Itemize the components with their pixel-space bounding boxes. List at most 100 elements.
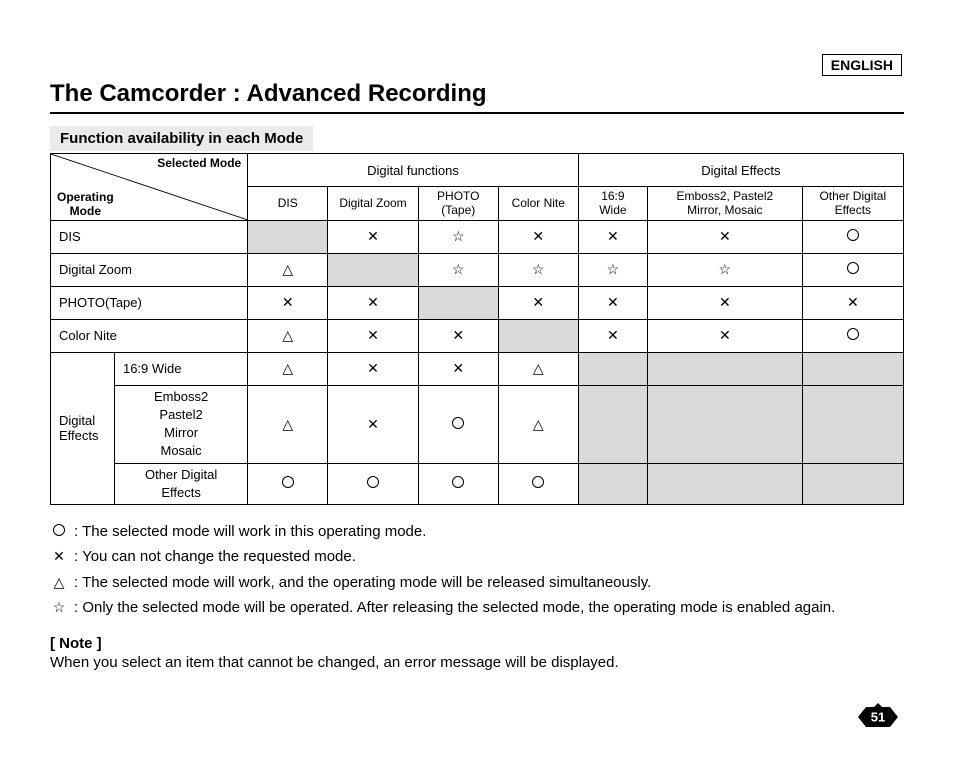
cell <box>802 319 903 352</box>
cell <box>418 385 498 463</box>
cross-icon: ✕ <box>367 416 379 432</box>
cross-icon: ✕ <box>532 294 544 310</box>
selected-mode-label: Selected Mode <box>157 156 241 170</box>
circle-icon <box>53 524 65 536</box>
diagonal-header: Selected Mode OperatingMode <box>51 154 248 221</box>
cell: ✕ <box>802 286 903 319</box>
circle-icon <box>452 476 464 488</box>
note-body: When you select an item that cannot be c… <box>50 654 904 671</box>
cross-icon: ✕ <box>719 294 731 310</box>
row-label: Color Nite <box>51 319 248 352</box>
cell: △ <box>498 385 578 463</box>
row-emboss: Emboss2Pastel2MirrorMosaic △ ✕ △ <box>51 385 904 463</box>
note-heading: [ Note ] <box>50 635 904 652</box>
page-number-badge: 51 <box>858 703 898 731</box>
cell: ✕ <box>418 352 498 385</box>
cell: ✕ <box>498 286 578 319</box>
circle-icon <box>847 229 859 241</box>
cell: △ <box>248 253 328 286</box>
cell: ✕ <box>498 220 578 253</box>
header-digital-functions: Digital functions <box>248 154 579 187</box>
cross-icon: ✕ <box>367 228 379 244</box>
cross-icon: ✕ <box>607 294 619 310</box>
cross-icon: ✕ <box>367 327 379 343</box>
cell-grey <box>802 385 903 463</box>
cross-icon: ✕ <box>607 228 619 244</box>
operating-mode-label: OperatingMode <box>57 191 114 217</box>
cell: ✕ <box>328 319 419 352</box>
col-16-9-wide: 16:9Wide <box>578 187 647 221</box>
cross-icon: ✕ <box>719 327 731 343</box>
cell: ☆ <box>648 253 803 286</box>
star-icon: ☆ <box>53 599 66 615</box>
row-label: 16:9 Wide <box>114 352 247 385</box>
section-subhead: Function availability in each Mode <box>50 126 313 151</box>
star-icon: ☆ <box>452 228 465 244</box>
cell: ☆ <box>418 253 498 286</box>
cross-icon: ✕ <box>452 327 464 343</box>
page-number: 51 <box>871 710 885 725</box>
circle-icon <box>367 476 379 488</box>
cell-grey <box>648 385 803 463</box>
star-icon: ☆ <box>607 261 620 277</box>
cross-icon: ✕ <box>607 327 619 343</box>
star-icon: ☆ <box>452 261 465 277</box>
legend-text: : You can not change the requested mode. <box>74 544 356 570</box>
triangle-icon: △ <box>54 575 65 589</box>
legend-circle: : The selected mode will work in this op… <box>50 519 904 545</box>
language-label: ENGLISH <box>822 54 902 76</box>
cell-grey <box>648 352 803 385</box>
cell: ☆ <box>578 253 647 286</box>
cell: ☆ <box>418 220 498 253</box>
row-photo: PHOTO(Tape) ✕ ✕ ✕ ✕ ✕ ✕ <box>51 286 904 319</box>
row-group-digital-effects: DigitalEffects <box>51 352 115 504</box>
cross-icon: ✕ <box>452 360 464 376</box>
cell: △ <box>498 352 578 385</box>
cross-icon: ✕ <box>367 360 379 376</box>
legend-text: : The selected mode will work, and the o… <box>74 570 651 596</box>
cell: ✕ <box>578 319 647 352</box>
cell <box>802 220 903 253</box>
cell-grey <box>578 463 647 504</box>
cross-icon: ✕ <box>53 548 65 564</box>
row-label: Emboss2Pastel2MirrorMosaic <box>114 385 247 463</box>
cell: △ <box>248 385 328 463</box>
cell: ✕ <box>328 220 419 253</box>
availability-table: Selected Mode OperatingMode Digital func… <box>50 153 904 505</box>
cell: △ <box>248 319 328 352</box>
legend-cross: ✕ : You can not change the requested mod… <box>50 544 904 570</box>
cell: △ <box>248 352 328 385</box>
cell: ✕ <box>328 385 419 463</box>
col-emboss: Emboss2, Pastel2Mirror, Mosaic <box>648 187 803 221</box>
triangle-icon: △ <box>282 417 293 431</box>
cell: ✕ <box>648 286 803 319</box>
cross-icon: ✕ <box>282 294 294 310</box>
cross-icon: ✕ <box>847 294 859 310</box>
triangle-icon: △ <box>282 361 293 375</box>
header-digital-effects: Digital Effects <box>578 154 903 187</box>
legend-text: : The selected mode will work in this op… <box>74 519 426 545</box>
col-dis: DIS <box>248 187 328 221</box>
cell: ✕ <box>418 319 498 352</box>
legend-triangle: △ : The selected mode will work, and the… <box>50 570 904 596</box>
cell: ✕ <box>648 319 803 352</box>
cell-grey <box>498 319 578 352</box>
cell <box>418 463 498 504</box>
row-other-effects: Other DigitalEffects <box>51 463 904 504</box>
page-title: The Camcorder : Advanced Recording <box>50 80 904 114</box>
cell-grey <box>578 385 647 463</box>
cell-grey <box>248 220 328 253</box>
row-label: DIS <box>51 220 248 253</box>
legend-text: : Only the selected mode will be operate… <box>74 595 835 621</box>
legend-star: ☆ : Only the selected mode will be opera… <box>50 595 904 621</box>
circle-icon <box>282 476 294 488</box>
cell: ✕ <box>328 352 419 385</box>
cell: ✕ <box>578 220 647 253</box>
circle-icon <box>847 262 859 274</box>
row-label: Digital Zoom <box>51 253 248 286</box>
circle-icon <box>532 476 544 488</box>
cell <box>802 253 903 286</box>
circle-icon <box>847 328 859 340</box>
cell-grey <box>648 463 803 504</box>
row-label: Other DigitalEffects <box>114 463 247 504</box>
